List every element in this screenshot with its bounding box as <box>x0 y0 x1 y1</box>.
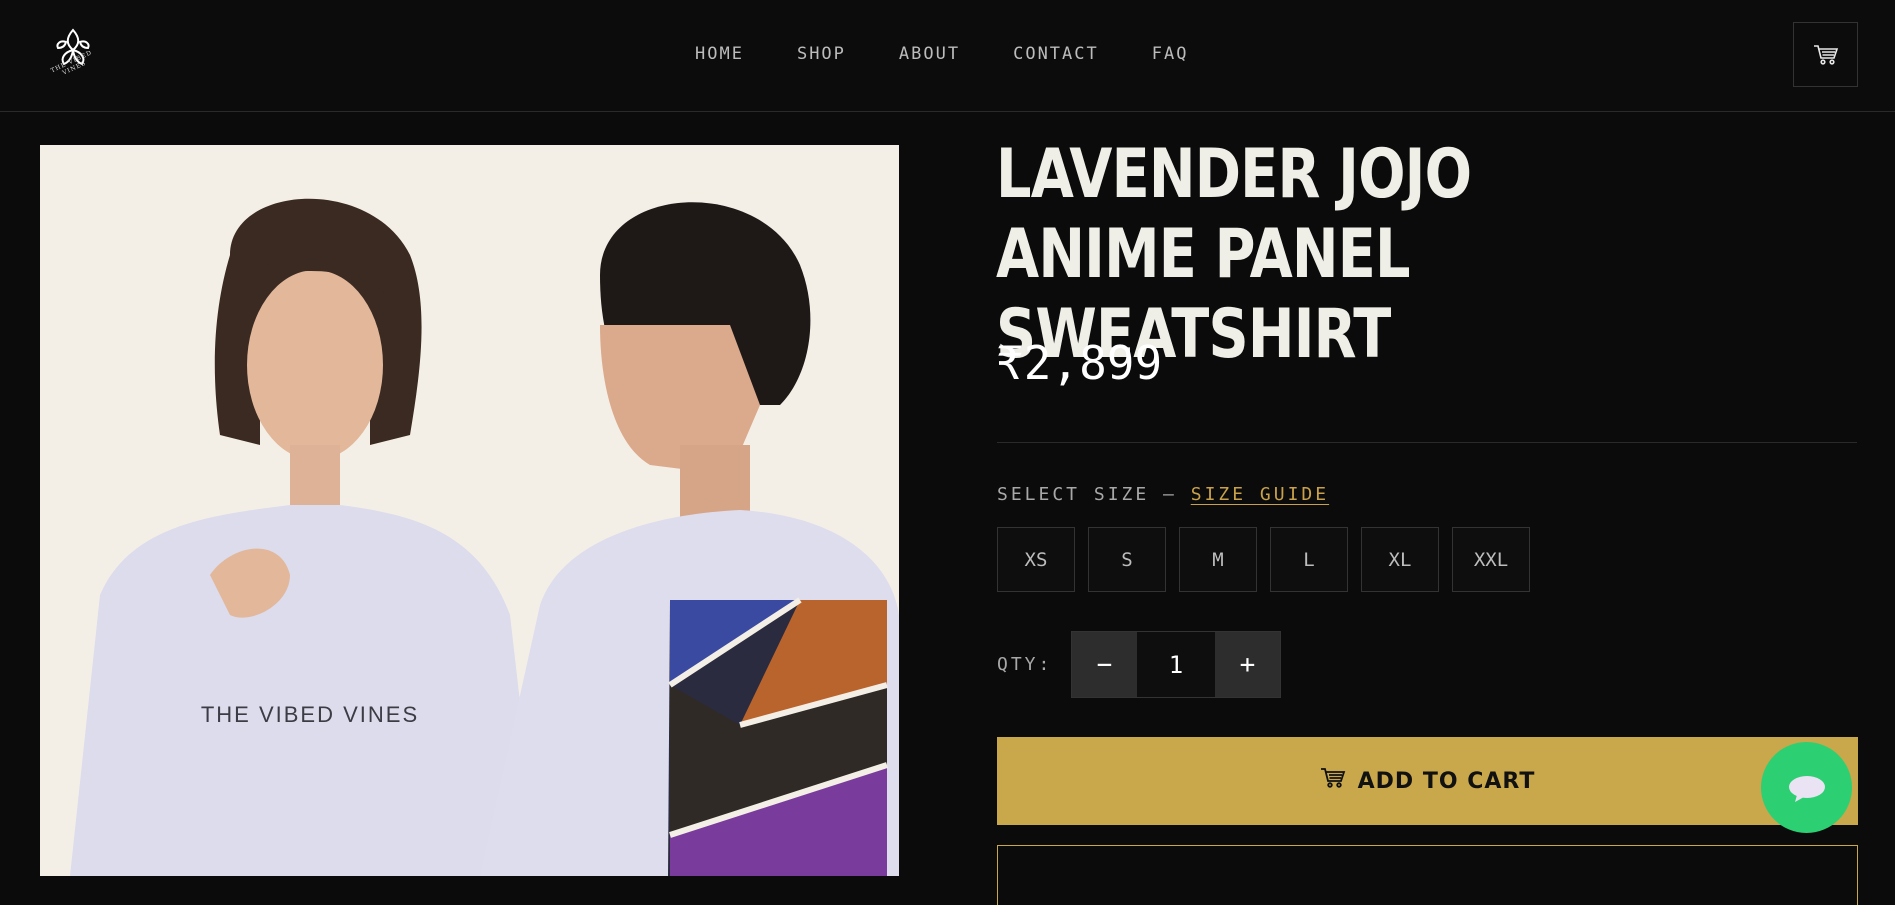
nav-home[interactable]: HOME <box>695 44 744 64</box>
size-option-xs[interactable]: XS <box>997 527 1075 592</box>
cart-icon <box>1813 44 1838 65</box>
site-header: THE VIBED VINES HOME SHOP ABOUT CONTACT … <box>0 0 1895 112</box>
product-image[interactable]: THE VIBED VINES <box>40 145 899 876</box>
quantity-stepper: − 1 + <box>1071 631 1281 698</box>
nav-shop[interactable]: SHOP <box>797 44 846 64</box>
product-photo-graphic: THE VIBED VINES <box>40 145 899 876</box>
select-size-label: SELECT SIZE — <box>997 484 1177 505</box>
shirt-print-text: THE VIBED VINES <box>201 702 419 727</box>
cart-icon <box>1320 767 1346 795</box>
size-option-m[interactable]: M <box>1179 527 1257 592</box>
size-option-l[interactable]: L <box>1270 527 1348 592</box>
quantity-decrease-button[interactable]: − <box>1072 632 1137 697</box>
chat-widget-button[interactable] <box>1761 742 1852 833</box>
nav-faq[interactable]: FAQ <box>1152 44 1189 64</box>
product-price: ₹2,899 <box>996 336 1163 390</box>
divider <box>997 442 1857 443</box>
size-option-xxl[interactable]: XXL <box>1452 527 1530 592</box>
header-cart-button[interactable] <box>1793 22 1858 87</box>
nav-contact[interactable]: CONTACT <box>1013 44 1099 64</box>
size-selector-label: SELECT SIZE — SIZE GUIDE <box>997 484 1329 505</box>
chat-bubble-icon <box>1788 775 1825 802</box>
quantity-increase-button[interactable]: + <box>1215 632 1280 697</box>
nav-about[interactable]: ABOUT <box>899 44 960 64</box>
size-option-s[interactable]: S <box>1088 527 1166 592</box>
add-to-cart-label: ADD TO CART <box>1357 768 1536 794</box>
quantity-label: QTY: <box>997 654 1053 675</box>
quantity-input[interactable]: 1 <box>1137 632 1215 697</box>
size-option-xl[interactable]: XL <box>1361 527 1439 592</box>
size-guide-link[interactable]: SIZE GUIDE <box>1191 484 1329 505</box>
add-to-cart-button[interactable]: ADD TO CART <box>997 737 1858 825</box>
secondary-action-button[interactable] <box>997 845 1858 905</box>
main-nav: HOME SHOP ABOUT CONTACT FAQ <box>695 44 1241 64</box>
size-options: XS S M L XL XXL <box>997 527 1543 592</box>
